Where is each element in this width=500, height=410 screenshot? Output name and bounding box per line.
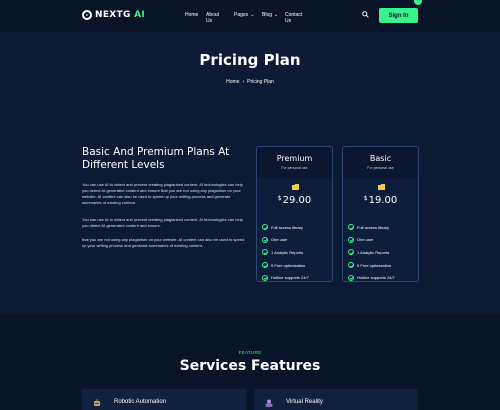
- plan-feature: Full access library: [348, 221, 395, 234]
- service-name: Virtual Reality: [286, 399, 323, 405]
- check-circle-icon: [348, 224, 354, 231]
- plan-feature: Full access library: [262, 221, 309, 234]
- chevron-down-icon: ⌄: [250, 12, 255, 18]
- service-name: Robotic Automation: [114, 399, 167, 405]
- search-icon[interactable]: [362, 11, 369, 18]
- pricing-paragraph: You can use AI to detect and prevent cre…: [82, 182, 243, 205]
- plan-price: $19.00: [363, 195, 398, 206]
- folder-icon: [378, 184, 385, 190]
- plan-card-basic[interactable]: Basic For personal use $19.00 Full acces…: [342, 146, 419, 282]
- logo-text: NEXTG AI: [95, 10, 146, 20]
- service-card-virtual-reality[interactable]: Virtual Reality: [254, 389, 418, 410]
- vr-headset-icon: [265, 399, 273, 407]
- logo-mark-icon: [82, 10, 92, 20]
- page-title: Pricing Plan: [199, 51, 301, 69]
- plan-feature: Hotline supports 24/7: [262, 271, 309, 284]
- plan-card-header: Premium For personal use: [257, 147, 332, 178]
- plan-name: Premium: [276, 154, 313, 163]
- site-header: NEXTG AI Home About Us Pages ⌄ Blog ⌄ Cont…: [0, 0, 500, 32]
- pricing-section: Basic And Premium Plans At Different Lev…: [0, 113, 500, 314]
- robot-icon: [94, 399, 100, 406]
- pricing-paragraph: that you are not using any plagiarism on…: [82, 237, 245, 248]
- sign-in-button[interactable]: Sign In: [379, 8, 418, 23]
- plan-feature: One user: [262, 234, 309, 247]
- page-hero: Pricing Plan Home › Pricing Plan: [0, 32, 500, 113]
- plan-feature: 5 Free optimization: [262, 259, 309, 272]
- breadcrumb: Home › Pricing Plan: [0, 79, 500, 85]
- plan-features: Full access library One user 1 Analytic …: [262, 221, 309, 284]
- services-section: FEATURE Services Features Robotic Automa…: [0, 314, 500, 410]
- pricing-paragraph: You can use AI to detect and prevent cre…: [82, 217, 243, 228]
- plan-features: Full access library One user 1 Analytic …: [348, 221, 395, 284]
- check-circle-icon: [348, 274, 354, 281]
- nav-home[interactable]: Home: [185, 12, 198, 18]
- plan-subtitle: For personal use: [281, 166, 308, 170]
- check-circle-icon: [348, 249, 354, 256]
- check-circle-icon: [348, 262, 354, 269]
- folder-icon: [292, 184, 299, 190]
- plan-feature: 1 Analytic Reports: [262, 246, 309, 259]
- plan-card-header: Basic For personal use: [343, 147, 418, 178]
- section-title: Services Features: [179, 358, 321, 374]
- service-card-robotic-automation[interactable]: Robotic Automation: [82, 389, 246, 410]
- check-circle-icon: [262, 249, 268, 256]
- plan-subtitle: For personal use: [367, 166, 394, 170]
- plan-feature: 5 Free optimization: [348, 259, 395, 272]
- check-circle-icon: [262, 262, 268, 269]
- nav-about-us[interactable]: About Us: [206, 12, 219, 24]
- breadcrumb-home[interactable]: Home: [226, 79, 239, 85]
- chevron-right-icon: ›: [242, 79, 245, 85]
- plan-feature: One user: [348, 234, 395, 247]
- nav-contact-us[interactable]: Contact Us: [285, 12, 302, 24]
- check-circle-icon: [262, 236, 268, 243]
- nav-pages[interactable]: Pages ⌄: [234, 12, 254, 18]
- nav-blog[interactable]: Blog ⌄: [262, 12, 278, 18]
- logo[interactable]: NEXTG AI: [82, 10, 145, 20]
- plan-name: Basic: [369, 154, 392, 163]
- check-circle-icon: [262, 274, 268, 281]
- plan-feature: Hotline supports 24/7: [348, 271, 395, 284]
- check-circle-icon: [348, 236, 354, 243]
- chevron-down-icon: ⌄: [274, 12, 279, 18]
- section-tag: FEATURE: [238, 350, 262, 355]
- breadcrumb-current: Pricing Plan: [247, 79, 274, 85]
- plan-feature: 1 Analytic Reports: [348, 246, 395, 259]
- scroll-indicator-dot: [414, 0, 422, 5]
- plan-card-premium[interactable]: Premium For personal use $29.00 Full acc…: [256, 146, 333, 282]
- plan-price: $29.00: [277, 195, 312, 206]
- pricing-headline: Basic And Premium Plans At Different Lev…: [82, 146, 230, 171]
- check-circle-icon: [262, 224, 268, 231]
